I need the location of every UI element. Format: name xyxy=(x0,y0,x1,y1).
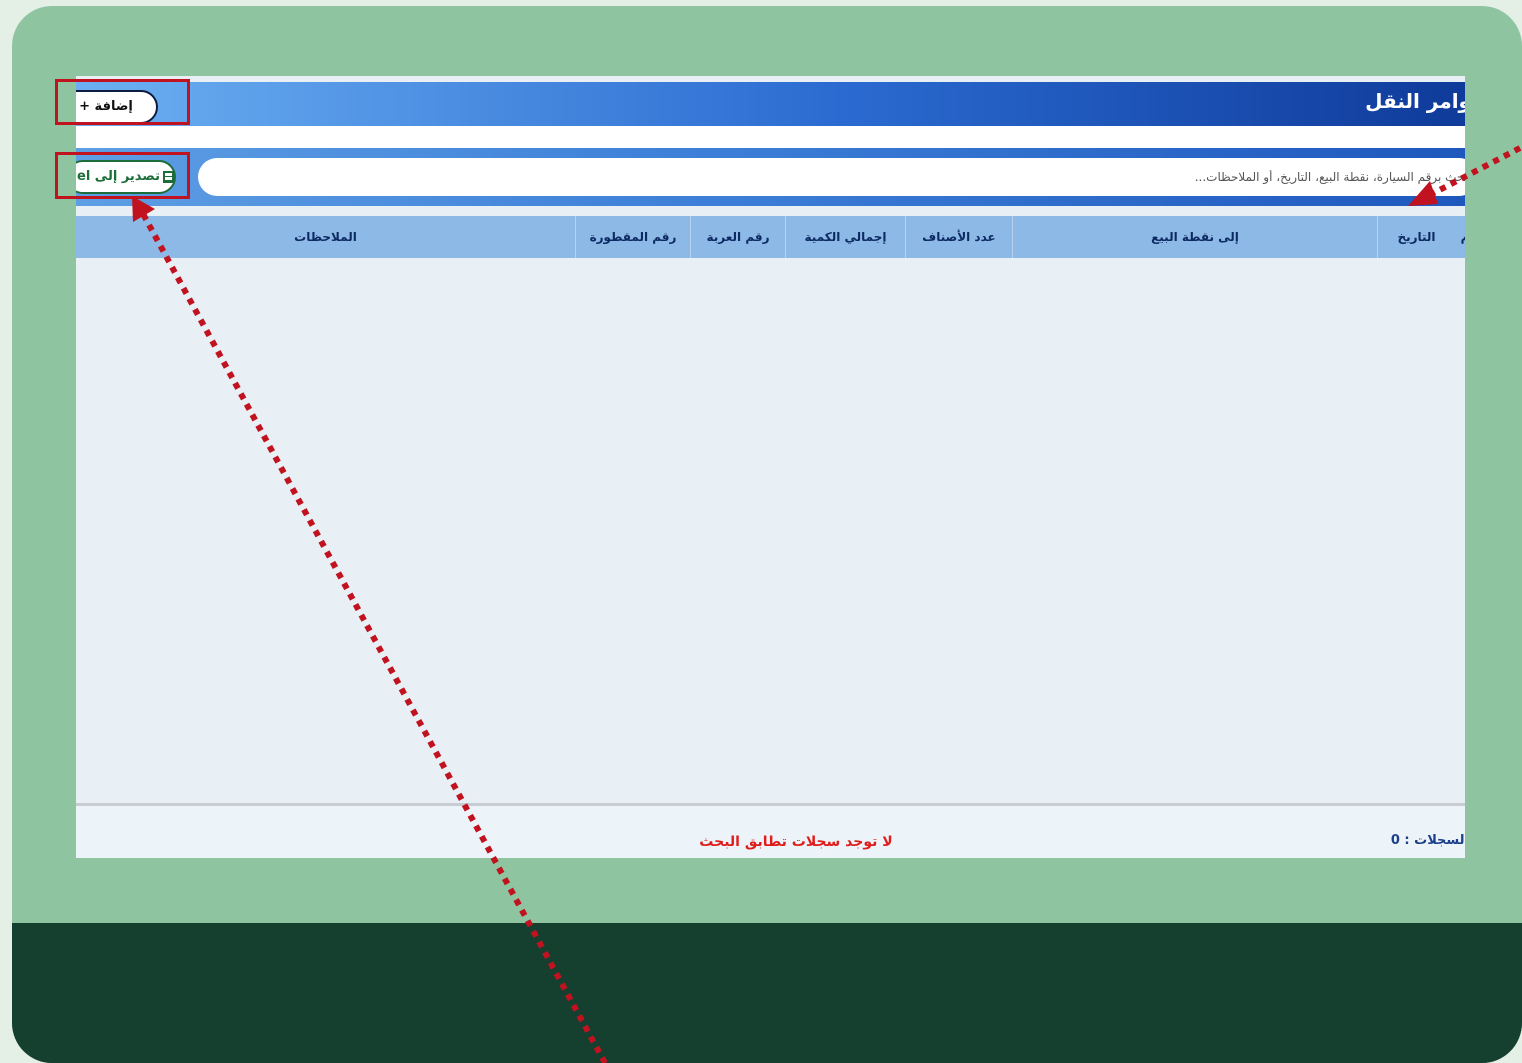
arrow-to-export-button xyxy=(132,196,608,1063)
arrow-to-search-input xyxy=(1408,145,1522,206)
annotation-arrows xyxy=(132,145,1522,1063)
